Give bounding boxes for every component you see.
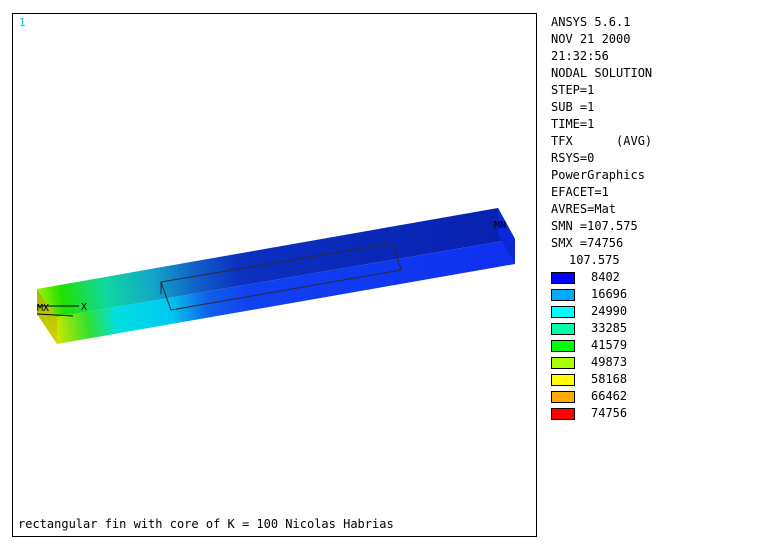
legend-min-value: 107.575: [569, 253, 620, 267]
triad-x-label: X: [81, 302, 87, 313]
info-line: SMN =107.575: [551, 219, 638, 233]
legend-swatch: [551, 408, 575, 420]
legend-swatch: [551, 374, 575, 386]
contour-legend: 107.575 8402 16696 24990 33285 41579 49873 581…: [551, 252, 761, 422]
node-max-label: MX: [37, 303, 49, 314]
info-line: PowerGraphics: [551, 168, 645, 182]
legend-row: 49873: [551, 354, 761, 371]
legend-swatch: [551, 306, 575, 318]
graphics-window[interactable]: 1 X MX MN rectangular fin with core of K…: [12, 13, 537, 537]
legend-value: 16696: [591, 287, 628, 301]
legend-swatch: [551, 340, 575, 352]
legend-row: 16696: [551, 286, 761, 303]
legend-value: 33285: [591, 321, 628, 335]
legend-value: 74756: [591, 406, 628, 420]
info-line: STEP=1: [551, 83, 595, 97]
legend-value: 41579: [591, 338, 628, 352]
legend-row: 41579: [551, 337, 761, 354]
info-line: EFACET=1: [551, 185, 609, 199]
plot-caption: rectangular fin with core of K = 100 Nic…: [18, 517, 394, 531]
legend-rows: 8402 16696 24990 33285 41579 49873 58168 66462 7…: [551, 269, 761, 422]
legend-value: 8402: [591, 270, 620, 284]
legend-value: 66462: [591, 389, 628, 403]
legend-swatch: [551, 323, 575, 335]
info-line: RSYS=0: [551, 151, 595, 165]
info-lines: ANSYS 5.6.1 NOV 21 2000 21:32:56 NODAL SOLU…: [551, 14, 761, 252]
legend-swatch: [551, 272, 575, 284]
node-min-label: MN: [494, 220, 506, 231]
info-line: 21:32:56: [551, 49, 609, 63]
legend-value: 58168: [591, 372, 628, 386]
legend-value: 49873: [591, 355, 628, 369]
info-line: TFX (AVG): [551, 134, 653, 148]
info-line: SMX =74756: [551, 236, 624, 250]
legend-row: 24990: [551, 303, 761, 320]
legend-swatch: [551, 391, 575, 403]
legend-row: 8402: [551, 269, 761, 286]
info-line: TIME=1: [551, 117, 595, 131]
model-viewport[interactable]: X MX MN: [13, 14, 536, 536]
info-line: NODAL SOLUTION: [551, 66, 653, 80]
info-line: SUB =1: [551, 100, 595, 114]
info-panel: ANSYS 5.6.1 NOV 21 2000 21:32:56 NODAL SOLU…: [551, 14, 761, 422]
info-line: AVRES=Mat: [551, 202, 617, 216]
legend-row: 66462: [551, 388, 761, 405]
info-line: NOV 21 2000: [551, 32, 631, 46]
info-line: ANSYS 5.6.1: [551, 15, 631, 29]
legend-row: 33285: [551, 320, 761, 337]
legend-value: 24990: [591, 304, 628, 318]
legend-row: 58168: [551, 371, 761, 388]
legend-row: 74756: [551, 405, 761, 422]
legend-swatch: [551, 357, 575, 369]
legend-swatch: [551, 289, 575, 301]
